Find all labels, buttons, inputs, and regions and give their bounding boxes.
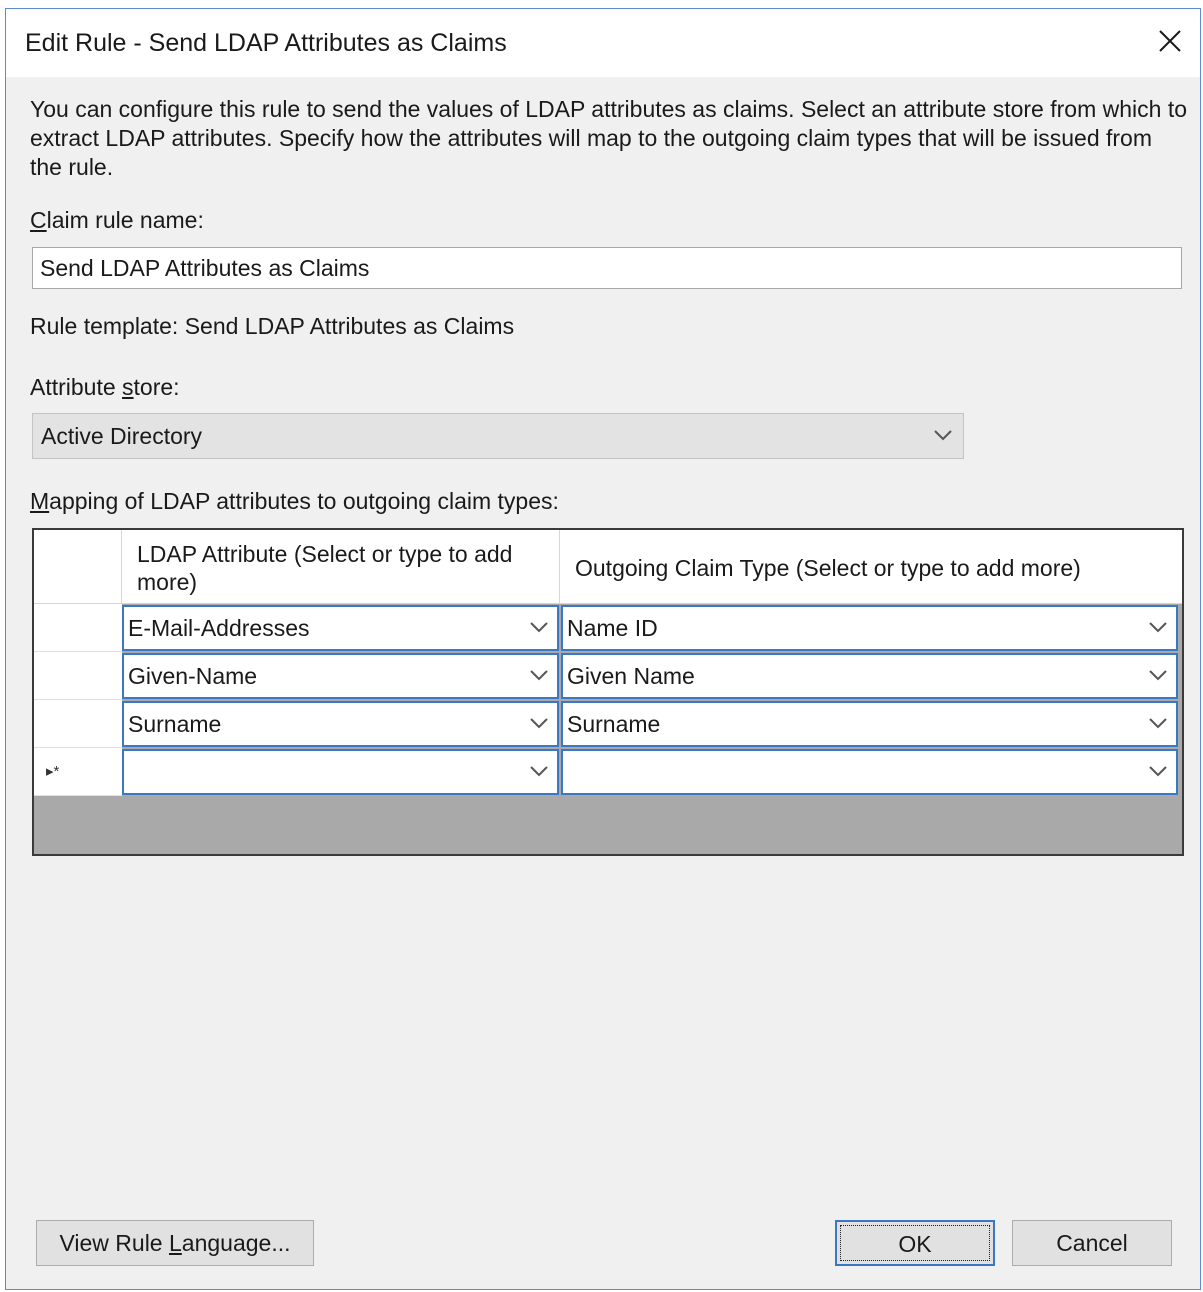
view-rule-accel: L [169, 1230, 182, 1256]
ldap-attribute-value: Given-Name [128, 663, 258, 689]
title-bar: Edit Rule - Send LDAP Attributes as Clai… [6, 9, 1200, 77]
chevron-down-icon [1149, 718, 1167, 729]
claim-type-cell[interactable]: Given Name [561, 653, 1178, 699]
chevron-down-icon [530, 766, 548, 777]
row-header-column: ▸* [34, 604, 122, 796]
ldap-attribute-cell[interactable]: Given-Name [122, 653, 559, 699]
claim-rule-name-input[interactable]: Send LDAP Attributes as Claims [32, 247, 1182, 289]
view-rule-label-pre: View Rule [59, 1230, 169, 1256]
attribute-store-accel: s [122, 374, 134, 400]
view-rule-label-rest: anguage... [181, 1230, 291, 1256]
ldap-attribute-value: Surname [128, 711, 222, 737]
chevron-down-icon [530, 622, 548, 633]
ldap-attribute-cell[interactable]: Surname [122, 701, 559, 747]
grid-corner-header [34, 530, 122, 604]
ldap-attribute-value: E-Mail-Addresses [128, 615, 310, 641]
chevron-down-icon [1149, 766, 1167, 777]
mapping-grid: LDAP Attribute (Select or type to add mo… [32, 528, 1184, 856]
chevron-down-icon [1149, 622, 1167, 633]
window-title: Edit Rule - Send LDAP Attributes as Clai… [25, 29, 507, 57]
rule-template-text: Rule template: Send LDAP Attributes as C… [30, 313, 515, 339]
attribute-store-label: Attribute store: [30, 374, 180, 401]
claim-type-value: Given Name [567, 663, 695, 689]
new-row-marker[interactable]: ▸* [34, 748, 122, 796]
claim-type-cell-new[interactable] [561, 749, 1178, 795]
chevron-down-icon [934, 430, 952, 441]
view-rule-language-button[interactable]: View Rule Language... [36, 1220, 314, 1266]
mapping-label: Mapping of LDAP attributes to outgoing c… [30, 488, 559, 515]
row-header[interactable] [34, 604, 122, 652]
claim-rule-name-label-text: laim rule name: [46, 207, 204, 233]
focus-rectangle [840, 1225, 990, 1261]
chevron-down-icon [530, 718, 548, 729]
ok-button[interactable]: OK [835, 1220, 995, 1266]
close-icon [1159, 30, 1181, 52]
ldap-attribute-cell[interactable]: E-Mail-Addresses [122, 605, 559, 651]
column-header-ldap[interactable]: LDAP Attribute (Select or type to add mo… [122, 530, 560, 604]
attribute-store-value: Active Directory [41, 423, 203, 449]
cancel-button[interactable]: Cancel [1012, 1220, 1172, 1266]
chevron-down-icon [1149, 670, 1167, 681]
claim-type-cell[interactable]: Name ID [561, 605, 1178, 651]
mapping-accel: M [30, 488, 50, 514]
claim-rule-name-accel: C [30, 207, 47, 233]
rule-description: You can configure this rule to send the … [30, 96, 1188, 180]
claim-type-value: Surname [567, 711, 661, 737]
claim-type-value: Name ID [567, 615, 658, 641]
row-header[interactable] [34, 652, 122, 700]
mapping-label-text: apping of LDAP attributes to outgoing cl… [49, 488, 559, 514]
row-header[interactable] [34, 700, 122, 748]
edit-rule-dialog: Edit Rule - Send LDAP Attributes as Clai… [5, 8, 1201, 1290]
attribute-store-label-rest: tore: [133, 374, 180, 400]
chevron-down-icon [530, 670, 548, 681]
close-button[interactable] [1150, 23, 1190, 59]
attribute-store-label-pre: Attribute [30, 374, 123, 400]
column-header-claim[interactable]: Outgoing Claim Type (Select or type to a… [560, 530, 1182, 604]
claim-rule-name-label: Claim rule name: [30, 207, 204, 234]
grid-header: LDAP Attribute (Select or type to add mo… [34, 530, 1182, 604]
ldap-attribute-cell-new[interactable] [122, 749, 559, 795]
attribute-store-select[interactable]: Active Directory [32, 413, 964, 459]
claim-type-cell[interactable]: Surname [561, 701, 1178, 747]
